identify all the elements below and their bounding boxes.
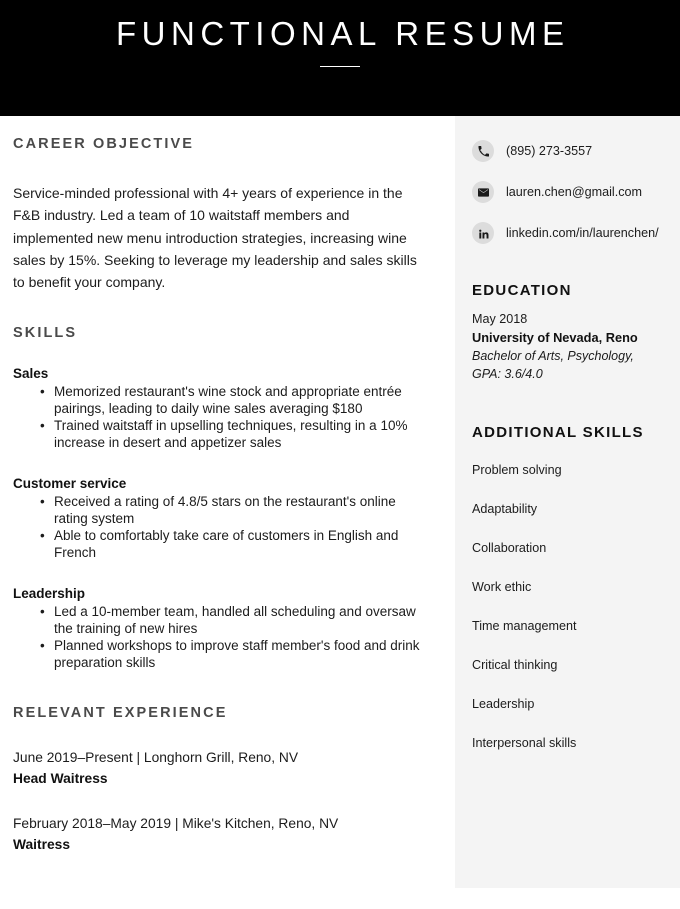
additional-skill-item: Work ethic (472, 580, 532, 594)
main-column: CAREER OBJECTIVE Service-minded professi… (0, 116, 455, 909)
education-section: EDUCATION May 2018 University of Nevada,… (472, 282, 666, 383)
additional-skill-item: Adaptability (472, 502, 538, 516)
skill-bullet: Led a 10-member team, handled all schedu… (40, 604, 429, 637)
title-underline-rule (320, 66, 360, 67)
education-gpa: GPA: 3.6/4.0 (472, 367, 543, 381)
contact-linkedin-value: linkedin.com/in/laurenchen/ (506, 226, 659, 240)
skills-heading: SKILLS (13, 325, 78, 342)
contact-item-email[interactable]: lauren.chen@gmail.com (472, 181, 666, 203)
skill-group-title: Leadership (13, 586, 86, 602)
header-banner: FUNCTIONAL RESUME (0, 0, 680, 116)
skill-bullet: Planned workshops to improve staff membe… (40, 638, 429, 671)
email-icon (472, 181, 494, 203)
education-school: University of Nevada, Reno (472, 329, 638, 345)
experience-job-title: Waitress (13, 837, 70, 853)
additional-skill-item: Interpersonal skills (472, 736, 577, 750)
education-degree-line1: Bachelor of Arts, Psychology, (472, 349, 634, 363)
experience-item: February 2018–May 2019 | Mike's Kitchen,… (13, 814, 429, 855)
skill-bullet: Trained waitstaff in upselling technique… (40, 418, 429, 451)
skill-bullet-list: Memorized restaurant's wine stock and ap… (13, 384, 429, 451)
skill-group-title: Customer service (13, 476, 127, 492)
page-title: FUNCTIONAL RESUME (116, 15, 570, 52)
skills-section: SKILLS Sales Memorized restaurant's wine… (13, 325, 429, 671)
additional-skills-heading: ADDITIONAL SKILLS (472, 424, 644, 441)
contact-section: (895) 273-3557 lauren.chen@gmail.com lin… (472, 116, 666, 262)
additional-skill-item: Time management (472, 619, 577, 633)
skill-bullet: Received a rating of 4.8/5 stars on the … (40, 494, 429, 527)
education-date: May 2018 (472, 312, 528, 326)
additional-skill-item: Problem solving (472, 463, 562, 477)
additional-skill-item: Leadership (472, 697, 535, 711)
linkedin-icon (472, 222, 494, 244)
experience-date-company: February 2018–May 2019 | Mike's Kitchen,… (13, 816, 339, 832)
education-heading: EDUCATION (472, 282, 572, 299)
career-objective-text: Service-minded professional with 4+ year… (13, 185, 417, 291)
career-objective-heading: CAREER OBJECTIVE (13, 136, 195, 152)
experience-date-company: June 2019–Present | Longhorn Grill, Reno… (13, 750, 299, 766)
sidebar-column: (895) 273-3557 lauren.chen@gmail.com lin… (455, 116, 680, 888)
skill-bullet: Memorized restaurant's wine stock and ap… (40, 384, 429, 417)
contact-item-phone[interactable]: (895) 273-3557 (472, 140, 666, 162)
additional-skill-item: Critical thinking (472, 658, 558, 672)
skill-bullet-list: Led a 10-member team, handled all schedu… (13, 604, 429, 671)
contact-item-linkedin[interactable]: linkedin.com/in/laurenchen/ (472, 222, 666, 244)
relevant-experience-section: RELEVANT EXPERIENCE June 2019–Present | … (13, 705, 429, 855)
relevant-experience-heading: RELEVANT EXPERIENCE (13, 705, 228, 722)
skill-bullet: Able to comfortably take care of custome… (40, 528, 429, 561)
experience-item: June 2019–Present | Longhorn Grill, Reno… (13, 748, 429, 789)
content-columns: CAREER OBJECTIVE Service-minded professi… (0, 116, 680, 909)
phone-icon (472, 140, 494, 162)
resume-page: FUNCTIONAL RESUME CAREER OBJECTIVE Servi… (0, 0, 680, 909)
experience-job-title: Head Waitress (13, 771, 108, 787)
skill-group-leadership: Leadership Led a 10-member team, handled… (13, 586, 429, 671)
skill-bullet-list: Received a rating of 4.8/5 stars on the … (13, 494, 429, 561)
career-objective-section: CAREER OBJECTIVE Service-minded professi… (13, 136, 429, 293)
skill-group-title: Sales (13, 366, 49, 382)
contact-phone-value: (895) 273-3557 (506, 144, 593, 158)
contact-email-value: lauren.chen@gmail.com (506, 185, 642, 199)
additional-skill-item: Collaboration (472, 541, 547, 555)
skill-group-customer-service: Customer service Received a rating of 4.… (13, 476, 429, 561)
additional-skills-section: ADDITIONAL SKILLS Problem solving Adapta… (472, 424, 666, 751)
skill-group-sales: Sales Memorized restaurant's wine stock … (13, 366, 429, 451)
